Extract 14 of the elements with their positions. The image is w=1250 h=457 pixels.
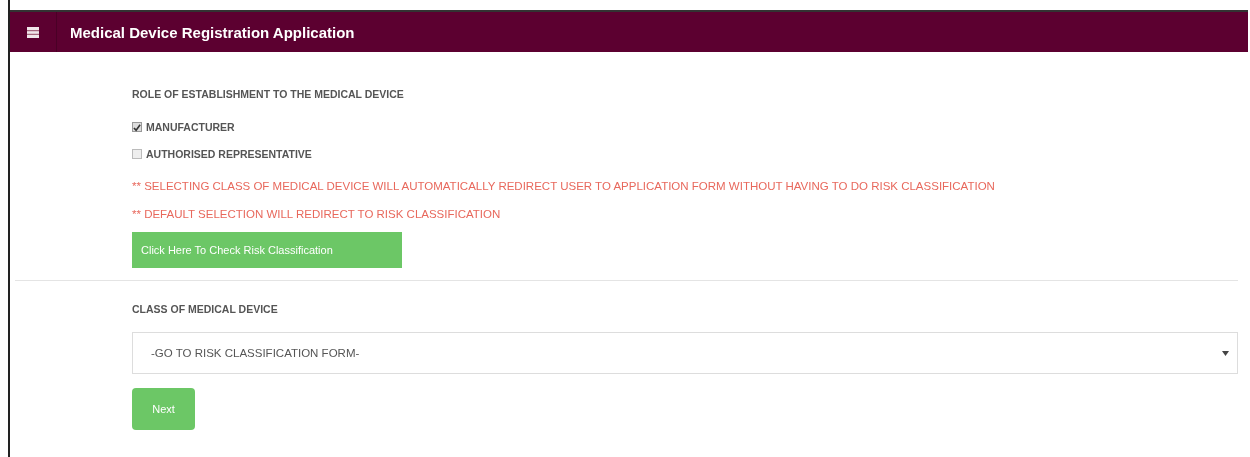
- field-label: ROLE OF ESTABLISHMENT TO THE MEDICAL DEVICE: [132, 88, 405, 100]
- warning-note: ** SELECTING CLASS OF MEDICAL DEVICE WILL AUTOMATICALLY REDIRECT USER TO APPLICATION FORM WITHOUT HAVING TO DO RISK CLASSIFICATION: [132, 180, 996, 192]
- risk-classification-button[interactable]: Click Here To Check Risk Classification: [132, 232, 402, 268]
- checkbox[interactable]: [132, 122, 142, 132]
- warning-note: ** DEFAULT SELECTION WILL REDIRECT TO RISK CLASSIFICATION: [132, 208, 502, 220]
- class-select[interactable]: -GO TO RISK CLASSIFICATION FORM-: [132, 332, 1238, 374]
- field-label: CLASS OF MEDICAL DEVICE: [132, 303, 279, 315]
- header-title: Medical Device Registration Application: [70, 23, 355, 41]
- checkbox-label: MANUFACTURER: [146, 121, 235, 133]
- caret-icon: [1222, 350, 1229, 356]
- checkbox[interactable]: [132, 149, 142, 159]
- list-icon: [27, 26, 39, 38]
- next-button[interactable]: Next: [132, 388, 195, 430]
- checkbox-label: AUTHORISED REPRESENTATIVE: [146, 148, 312, 160]
